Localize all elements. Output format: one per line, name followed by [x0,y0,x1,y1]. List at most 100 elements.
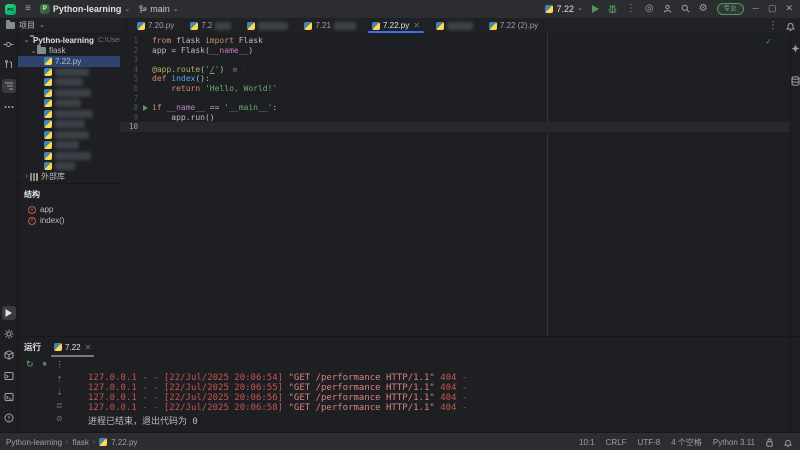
python-console-icon[interactable] [2,369,16,383]
run-icon[interactable] [2,306,16,320]
run-gutter-icon[interactable] [143,105,148,111]
problems-icon[interactable] [2,411,16,425]
code-line[interactable]: 10 [120,122,790,132]
code-line[interactable]: 6 return 'Hello, World!' [120,84,790,94]
notifications-bell-icon[interactable] [786,21,795,31]
more-actions-icon[interactable]: ⋮ [626,4,636,14]
tree-row[interactable] [18,67,120,78]
code-line[interactable]: 2app = Flask(__name__) [120,46,790,56]
status-segment-4[interactable]: Python 3.11 [713,438,755,447]
breadcrumb-item[interactable]: Python-learning [6,438,62,447]
editor-tab[interactable]: 7.2 [182,18,239,33]
tab-options-icon[interactable]: ⋮ [768,21,778,31]
editor-tab[interactable]: 7.22.py✕ [364,18,428,33]
inspections-widget[interactable]: ✓ [765,37,772,46]
tree-row[interactable]: ›外部库 [18,172,120,183]
editor-tab[interactable] [239,18,296,33]
tree-row[interactable]: ⌄flask [18,46,120,57]
editor-tab[interactable]: 7.21 [296,18,364,33]
editor-tab[interactable]: 7.20.py [129,18,182,33]
structure-icon[interactable] [2,79,16,93]
tree-row[interactable] [18,140,120,151]
search-icon[interactable] [681,4,690,13]
run-tab[interactable]: 7.22 ✕ [51,337,94,357]
ai-assistant-icon[interactable] [789,41,800,55]
console-tool-icon-3[interactable]: ⊘ [56,414,63,423]
python-packages-icon[interactable] [2,348,16,362]
tree-row[interactable] [18,98,120,109]
titlebar: PC ≡ P Python-learning ⌄ main ⌄ 7.22 ⌄ ⋮… [0,0,800,19]
tree-row[interactable]: 7.22.py [18,56,120,67]
settings-sync-icon[interactable]: ◎ [645,4,654,14]
pull-requests-icon[interactable] [2,58,16,72]
main-menu-icon[interactable]: ≡ [25,4,31,14]
stop-button[interactable]: ■ [43,361,47,368]
tree-row[interactable] [18,109,120,120]
code-line[interactable]: 3 [120,55,790,65]
tree-row[interactable] [18,88,120,99]
minimize-button[interactable]: ─ [753,4,759,13]
code-token: : [272,103,277,112]
run-more-options-icon[interactable]: ⋮ [56,360,64,369]
folder-icon [37,47,46,54]
redacted-file-name [55,162,75,170]
project-panel-header[interactable]: 项目 ⌄ [0,18,127,33]
code-line[interactable]: 4@app.route('/') ⊞ ˙ [120,65,790,75]
code-line[interactable]: 1from flask import Flask [120,36,790,46]
chevron-down-icon[interactable]: ⌄ [23,36,30,44]
breadcrumb-item[interactable]: 7.22.py [111,438,137,447]
run-tool-window: 运行 7.22 ✕ ↻ ■ ⋮ ⇡⇣≣⊘ 127.0.0.1 - - [22/J… [18,336,800,433]
tree-row[interactable] [18,151,120,162]
notifications-icon[interactable] [784,438,792,447]
code-text: @app.route('/') ⊞ ˙ [152,65,245,75]
debug-button[interactable] [608,4,617,14]
close-button[interactable]: ✕ [785,4,793,13]
status-segment-3[interactable]: 4 个空格 [671,437,702,448]
close-icon[interactable]: ✕ [413,21,420,30]
rerun-button[interactable]: ↻ [26,359,34,370]
tree-row[interactable] [18,161,120,172]
structure-item[interactable]: vapp [18,204,120,215]
run-configuration-select[interactable]: 7.22 ⌄ [545,4,582,14]
screen-lock-icon[interactable] [766,438,773,447]
close-icon[interactable]: ✕ [85,343,92,352]
status-segment-1[interactable]: CRLF [606,438,627,447]
services-icon[interactable] [2,327,16,341]
commit-icon[interactable] [2,37,16,51]
console-tool-icon-2[interactable]: ≣ [56,401,63,410]
console-tool-icon-0[interactable]: ⇡ [56,375,63,384]
tree-row[interactable] [18,119,120,130]
chevron-down-icon: ⌄ [173,6,179,13]
chevron-right-icon[interactable]: › [23,173,30,180]
terminal-icon[interactable] [2,390,16,404]
code-token: (): [195,74,209,83]
license-badge[interactable]: 专业 [717,3,744,15]
console-output[interactable]: 127.0.0.1 - - [22/Jul/2025 20:06:54] "GE… [88,373,467,427]
more-icon[interactable] [2,100,16,114]
editor-tab[interactable]: 7.22 (2).py [481,18,546,33]
python-file-icon [137,22,145,30]
tree-row[interactable]: ⌄Python-learningC:\Users\shu [18,35,120,46]
code-line[interactable]: 5def index(): [120,74,790,84]
vcs-branch-widget[interactable]: main ⌄ [139,4,178,14]
tree-row[interactable] [18,77,120,88]
editor-tab[interactable] [428,18,481,33]
code-editor[interactable]: 1from flask import Flask2app = Flask(__n… [120,33,790,336]
status-segment-0[interactable]: 10:1 [579,438,595,447]
console-tool-icon-1[interactable]: ⇣ [56,388,63,397]
breadcrumb-item[interactable]: flask [72,438,88,447]
database-icon[interactable] [789,74,800,88]
structure-item[interactable]: findex() [18,215,120,226]
status-segment-2[interactable]: UTF-8 [638,438,661,447]
profile-icon[interactable] [663,4,672,13]
code-line[interactable]: 7 [120,94,790,104]
run-button[interactable] [592,5,599,13]
redacted-file-name [55,152,91,160]
code-line[interactable]: 9 app.run() [120,113,790,123]
project-widget[interactable]: P Python-learning ⌄ [40,4,130,14]
settings-gear-icon[interactable]: ⚙ [699,4,708,14]
tree-row[interactable] [18,130,120,141]
chevron-down-icon[interactable]: ⌄ [30,47,37,55]
maximize-button[interactable]: ▢ [768,4,777,13]
code-line[interactable]: 8if __name__ == '__main__': [120,103,790,113]
